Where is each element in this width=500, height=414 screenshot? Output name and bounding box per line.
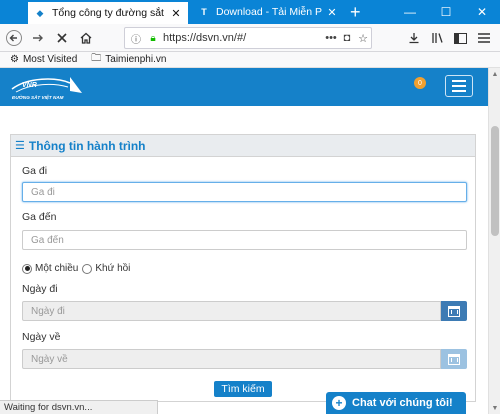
downloads-icon[interactable] [404,28,424,48]
page-actions-icon[interactable]: ••• [323,32,339,44]
minimize-icon[interactable]: — [392,0,428,24]
bookmark-star-icon[interactable]: ☆ [355,32,371,45]
info-icon[interactable]: ⓘ [129,31,143,46]
one-way-label[interactable]: Một chiều [35,263,78,274]
forward-icon[interactable] [28,28,48,48]
one-way-option[interactable]: Một chiều [22,263,78,274]
close-window-icon[interactable]: ✕ [464,0,500,24]
pocket-icon[interactable]: ◘ [339,32,355,44]
from-station-label: Ga đi [22,165,48,177]
library-icon[interactable] [428,28,448,48]
to-station-input[interactable]: Ga đến [22,230,467,250]
round-trip-label[interactable]: Khứ hồi [95,263,130,274]
depart-calendar-button[interactable] [441,301,467,321]
address-bar[interactable]: ⓘ 🔒︎ https://dsvn.vn/#/ ••• ◘ ☆ [124,27,372,49]
search-button[interactable]: Tìm kiếm [214,381,272,397]
return-date-label: Ngày về [22,331,61,343]
close-tab-icon[interactable]: ✕ [326,6,338,19]
calendar-icon [448,353,460,365]
trip-type-group: Một chiều Khứ hồi [22,263,134,274]
hamburger-line [452,80,466,82]
journey-info-panel: ☰ Thông tin hành trình Ga đi Ga đi Ga đế… [10,134,476,402]
status-bar: Waiting for dsvn.vn... [0,400,158,414]
bookmark-most-visited[interactable]: ⚙ Most Visited [10,54,77,65]
tab-dsvn[interactable]: ◆ Tổng công ty đường sắt Việt N ✕ [28,0,188,24]
navigation-toolbar: ⓘ 🔒︎ https://dsvn.vn/#/ ••• ◘ ☆ [0,24,500,52]
page-icon: ◆ [36,7,44,18]
return-calendar-button[interactable] [441,349,467,369]
folder-icon: 🗀 [91,53,102,64]
bookmarks-toolbar: ⚙ Most Visited 🗀 Taimienphi.vn [0,52,500,68]
menu-icon[interactable] [474,28,494,48]
chat-label[interactable]: Chat với chúng tôi! [352,397,453,409]
panel-header: ☰ Thông tin hành trình [11,135,475,157]
back-icon[interactable] [4,28,24,48]
bookmark-label: Taimienphi.vn [105,54,167,65]
tab-title: Tổng công ty đường sắt Việt N [52,7,166,19]
logo-text: VNR [22,82,37,89]
return-date-input[interactable]: Ngày về [22,349,441,369]
logo-subtext: ĐƯỜNG SẮT VIỆT NAM [12,93,64,100]
url-text[interactable]: https://dsvn.vn/#/ [163,32,323,44]
hamburger-line [452,85,466,87]
scroll-up-icon[interactable]: ▲ [489,68,500,80]
bookmark-taimienphi[interactable]: 🗀 Taimienphi.vn [91,51,166,68]
scroll-thumb[interactable] [491,126,499,236]
site-header: VNR ĐƯỜNG SẮT VIỆT NAM 0 [0,68,488,106]
new-tab-button[interactable]: + [350,2,361,22]
page-scrollbar[interactable]: ▲ ▼ [488,68,500,414]
plus-icon: + [332,396,346,410]
to-station-label: Ga đến [22,211,57,223]
scroll-down-icon[interactable]: ▼ [489,402,500,414]
stop-loading-icon[interactable] [52,28,72,48]
browser-tab-strip: ◆ Tổng công ty đường sắt Việt N ✕ T Down… [0,0,500,24]
calendar-icon [448,305,460,317]
vnr-logo[interactable]: VNR ĐƯỜNG SẮT VIỆT NAM [8,73,88,101]
page-icon: T [201,7,207,17]
round-trip-option[interactable]: Khứ hồi [82,263,130,274]
list-icon: ☰ [15,140,25,152]
notification-badge[interactable]: 0 [414,77,426,89]
depart-date-label: Ngày đi [22,283,58,295]
round-trip-radio[interactable] [82,263,93,274]
gear-icon: ⚙ [10,54,19,65]
hamburger-line [452,90,466,92]
maximize-icon[interactable]: ☐ [428,0,464,24]
depart-date-input[interactable]: Ngày đi [22,301,441,321]
main-content: ☰ Thông tin hành trình Ga đi Ga đi Ga đế… [0,106,488,402]
chat-button[interactable]: + Chat với chúng tôi! [326,392,466,414]
panel-title: Thông tin hành trình [28,138,146,153]
bookmark-label: Most Visited [22,54,78,65]
one-way-radio[interactable] [22,263,32,274]
hamburger-menu-button[interactable] [445,75,473,97]
sidebar-icon[interactable] [450,28,470,48]
from-station-input[interactable]: Ga đi [22,182,467,202]
close-tab-icon[interactable]: ✕ [170,7,182,20]
tab-title: Download - Tải Miễn Phí VN - P [216,6,322,18]
lock-icon[interactable]: 🔒︎ [146,33,160,44]
tab-taimienphi[interactable]: T Download - Tải Miễn Phí VN - P ✕ [192,0,344,24]
home-icon[interactable] [76,28,96,48]
